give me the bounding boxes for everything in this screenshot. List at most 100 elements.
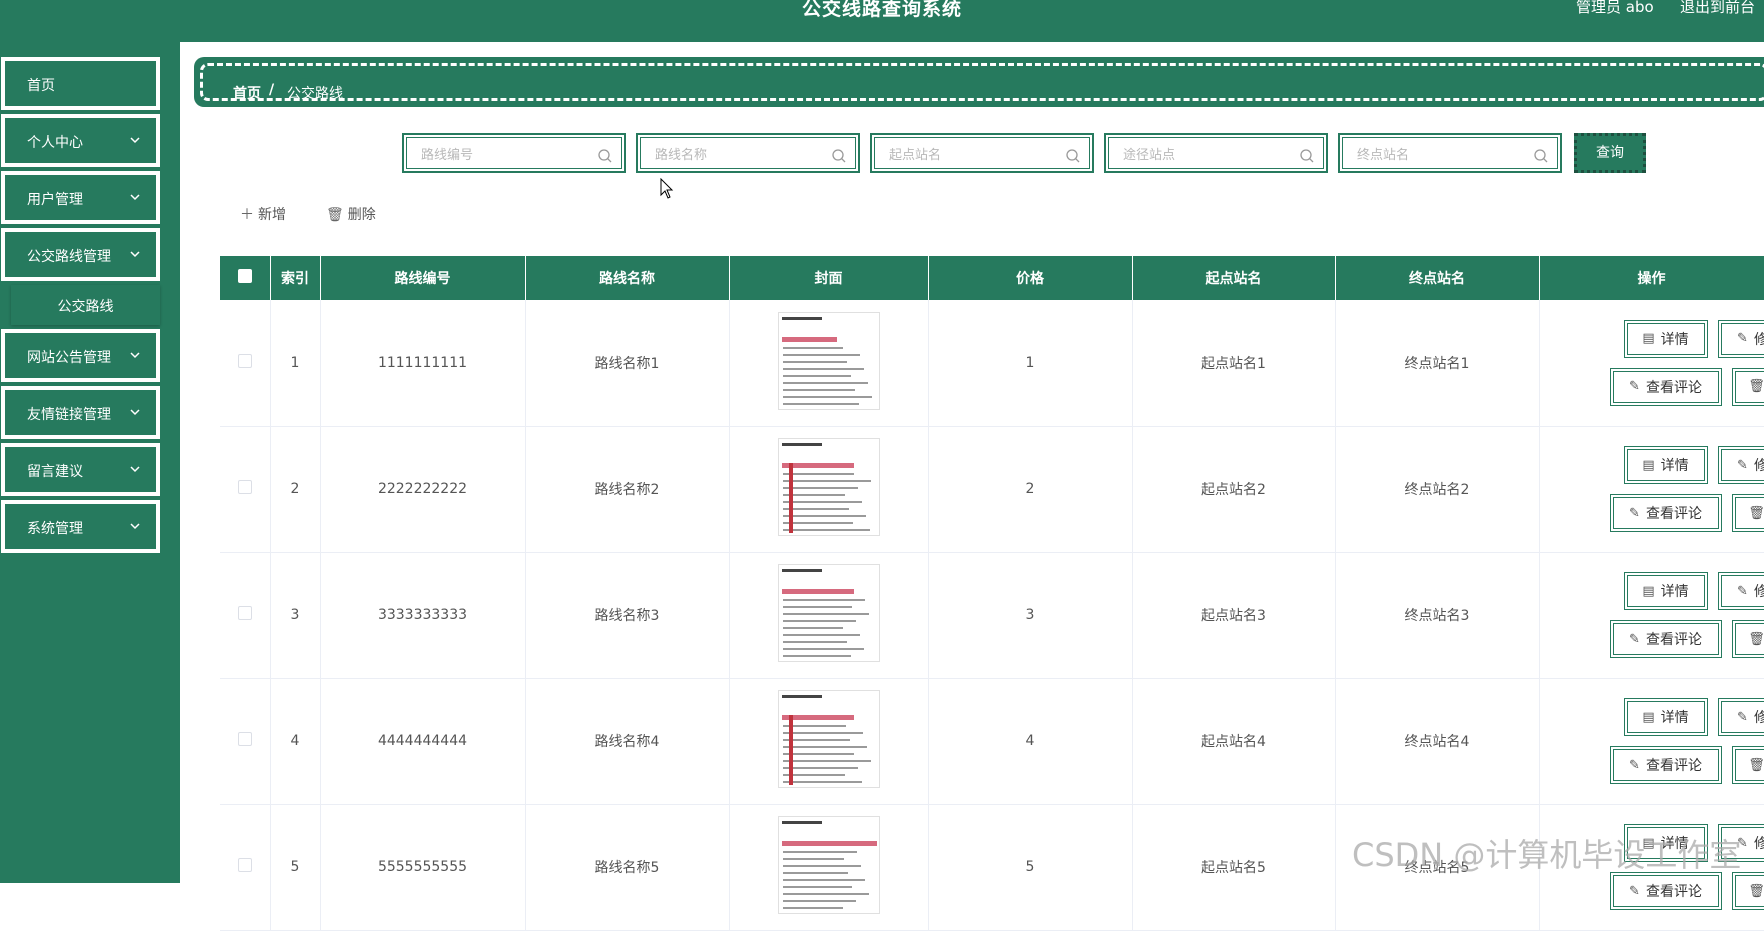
view-comments-button[interactable]: ✎查看评论 bbox=[1610, 746, 1722, 784]
view-comments-button[interactable]: ✎查看评论 bbox=[1610, 620, 1722, 658]
field-inner-border bbox=[1342, 137, 1558, 169]
button-inner: ✎修改 bbox=[1721, 575, 1764, 607]
detail-label: 详情 bbox=[1661, 707, 1689, 727]
edit-button[interactable]: ✎ 修改 bbox=[1718, 698, 1764, 736]
via-station-search-field[interactable] bbox=[1104, 133, 1328, 173]
header-start-station: 起点站名 bbox=[1132, 256, 1335, 300]
chevron-down-icon bbox=[128, 462, 142, 476]
edit-label: 修改 bbox=[1754, 833, 1764, 853]
row-start-station: 起点站名5 bbox=[1132, 804, 1335, 930]
sidebar-subitem-bus-route[interactable]: 公交路线 bbox=[11, 285, 160, 325]
pencil-icon: ✎ bbox=[1629, 884, 1640, 899]
breadcrumb-border: 首页 / 公交路线 bbox=[200, 63, 1764, 101]
edit-label: 修改 bbox=[1754, 707, 1764, 727]
end-station-search-field[interactable] bbox=[1338, 133, 1562, 173]
detail-label: 详情 bbox=[1661, 329, 1689, 349]
row-select-cell[interactable] bbox=[220, 300, 270, 426]
sidebar-item-friend-link-management[interactable]: 友情链接管理 bbox=[1, 386, 160, 439]
row-checkbox[interactable] bbox=[238, 858, 252, 872]
row-checkbox[interactable] bbox=[238, 354, 252, 368]
delete-button[interactable]: 🗑删除 bbox=[1732, 494, 1764, 532]
trash-icon: 🗑 bbox=[1748, 632, 1764, 647]
row-select-cell[interactable] bbox=[220, 804, 270, 930]
delete-button[interactable]: 🗑删除 bbox=[1732, 746, 1764, 784]
route-code-search-field[interactable] bbox=[402, 133, 626, 173]
row-route-name: 路线名称1 bbox=[525, 300, 729, 426]
row-operations: ▤详情 ✎修改 ✎查看评论 🗑删除 bbox=[1539, 426, 1764, 552]
view-comments-button[interactable]: ✎查看评论 bbox=[1610, 368, 1722, 406]
cover-image[interactable] bbox=[778, 690, 880, 788]
top-bar: 公交线路查询系统 管理员 abo 退出到前台 bbox=[0, 0, 1764, 42]
search-icon bbox=[1065, 148, 1081, 164]
sidebar-item-system-management[interactable]: 系统管理 bbox=[1, 500, 160, 553]
detail-button[interactable]: ▤详情 bbox=[1624, 446, 1708, 484]
view-comments-button[interactable]: ✎查看评论 bbox=[1610, 872, 1722, 910]
row-cover-cell bbox=[729, 300, 928, 426]
cover-image[interactable] bbox=[778, 438, 880, 536]
table-row: 11111111111路线名称11起点站名1终点站名1▤详情✎修改✎查看评论🗑删… bbox=[220, 300, 1764, 426]
logout-link[interactable]: 退出到前台 bbox=[1680, 0, 1755, 17]
sidebar-item-messages[interactable]: 留言建议 bbox=[1, 443, 160, 496]
search-icon bbox=[597, 148, 613, 164]
detail-button[interactable]: ▤ 详情 bbox=[1624, 698, 1708, 736]
start-station-input[interactable] bbox=[889, 144, 1059, 166]
query-button[interactable]: 查询 bbox=[1574, 133, 1646, 173]
start-station-search-field[interactable] bbox=[870, 133, 1094, 173]
view-comments-button[interactable]: ✎查看评论 bbox=[1610, 494, 1722, 532]
edit-button[interactable]: ✎修改 bbox=[1718, 320, 1764, 358]
button-inner: ▤详情 bbox=[1627, 449, 1705, 481]
sidebar-item-bus-route-management[interactable]: 公交路线管理 bbox=[1, 228, 160, 281]
delete-button[interactable]: 🗑删除 bbox=[1732, 368, 1764, 406]
row-select-cell[interactable] bbox=[220, 678, 270, 804]
row-select-cell[interactable] bbox=[220, 426, 270, 552]
breadcrumb-home[interactable]: 首页 bbox=[233, 83, 261, 103]
delete-button[interactable]: 🗑删除 bbox=[1732, 620, 1764, 658]
route-name-input[interactable] bbox=[655, 144, 825, 166]
pencil-icon: ✎ bbox=[1629, 632, 1640, 647]
delete-button[interactable]: 🗑删除 bbox=[1732, 872, 1764, 910]
table-row: 44444444444路线名称44起点站名4终点站名4▤详情✎修改✎查看评论🗑删… bbox=[220, 678, 1764, 804]
route-name-search-field[interactable] bbox=[636, 133, 860, 173]
cover-image[interactable] bbox=[778, 564, 880, 662]
detail-button[interactable]: ▤详情 bbox=[1624, 572, 1708, 610]
row-select-cell[interactable] bbox=[220, 552, 270, 678]
sidebar-subitem-label: 公交路线 bbox=[11, 296, 160, 316]
add-button[interactable]: ＋新增 bbox=[240, 204, 286, 224]
button-inner: 🗑删除 bbox=[1735, 497, 1764, 529]
cover-image[interactable] bbox=[778, 312, 880, 410]
row-actions: ▤详情 ✎修改 ✎查看评论 🗑删除 bbox=[1584, 560, 1764, 670]
document-icon: ▤ bbox=[1642, 710, 1654, 725]
comments-label: 查看评论 bbox=[1646, 377, 1702, 397]
sidebar-item-user-management[interactable]: 用户管理 bbox=[1, 171, 160, 224]
row-checkbox[interactable] bbox=[238, 480, 252, 494]
app-title: 公交线路查询系统 bbox=[0, 0, 1764, 21]
select-all-checkbox[interactable] bbox=[238, 269, 252, 283]
edit-button[interactable]: ✎修改 bbox=[1718, 446, 1764, 484]
button-inner: 🗑删除 bbox=[1735, 749, 1764, 781]
batch-delete-button[interactable]: 🗑删除 bbox=[326, 204, 376, 224]
cover-image[interactable] bbox=[778, 816, 880, 914]
pencil-icon: ✎ bbox=[1737, 710, 1748, 725]
breadcrumb-separator: / bbox=[269, 82, 274, 98]
detail-button[interactable]: ▤详情 bbox=[1624, 320, 1708, 358]
via-station-input[interactable] bbox=[1123, 144, 1293, 166]
edit-button[interactable]: ✎修改 bbox=[1718, 572, 1764, 610]
table-header-row: 索引 路线编号 路线名称 封面 价格 起点站名 终点站名 操作 bbox=[220, 256, 1764, 300]
sidebar-item-announcement-management[interactable]: 网站公告管理 bbox=[1, 329, 160, 382]
row-checkbox[interactable] bbox=[238, 606, 252, 620]
select-all-header[interactable] bbox=[220, 256, 270, 300]
detail-label: 详情 bbox=[1661, 581, 1689, 601]
comments-label: 查看评论 bbox=[1646, 755, 1702, 775]
header-index: 索引 bbox=[270, 256, 320, 300]
button-inner: ✎查看评论 bbox=[1613, 875, 1719, 907]
row-checkbox[interactable] bbox=[238, 732, 252, 746]
field-inner-border bbox=[640, 137, 856, 169]
row-end-station: 终点站名1 bbox=[1335, 300, 1539, 426]
chevron-down-icon bbox=[128, 405, 142, 419]
row-operations: ▤ 详情 ✎ 修改 ✎查看评论 🗑删除 bbox=[1539, 678, 1764, 804]
field-inner-border bbox=[874, 137, 1090, 169]
end-station-input[interactable] bbox=[1357, 144, 1527, 166]
sidebar-item-home[interactable]: 首页 bbox=[1, 57, 160, 110]
sidebar-item-personal-center[interactable]: 个人中心 bbox=[1, 114, 160, 167]
route-code-input[interactable] bbox=[421, 144, 591, 166]
